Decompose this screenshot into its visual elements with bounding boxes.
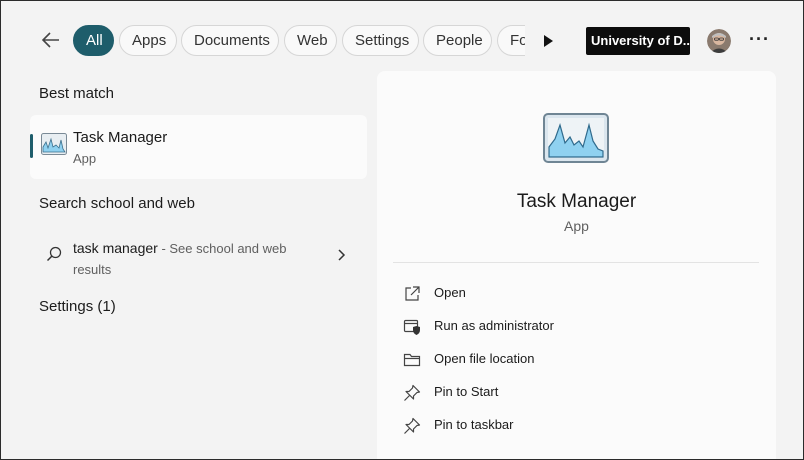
filter-web[interactable]: Web xyxy=(284,25,337,56)
action-open-file-location[interactable]: Open file location xyxy=(403,348,743,372)
filter-apps[interactable]: Apps xyxy=(119,25,177,56)
action-pin-to-taskbar[interactable]: Pin to taskbar xyxy=(403,414,743,438)
task-manager-large-icon xyxy=(543,113,609,163)
scroll-right-icon[interactable] xyxy=(542,34,554,48)
web-search-result[interactable]: task manager - See school and web result… xyxy=(30,231,367,281)
avatar[interactable] xyxy=(707,29,731,53)
action-run-as-admin-label: Run as administrator xyxy=(434,318,554,333)
search-icon xyxy=(46,246,62,262)
chevron-right-icon[interactable] xyxy=(336,248,346,262)
filter-documents[interactable]: Documents xyxy=(181,25,279,56)
task-manager-icon xyxy=(41,133,67,155)
pin-icon xyxy=(404,417,421,434)
detail-panel: Task Manager App Open Run as administrat… xyxy=(377,71,776,459)
pin-icon xyxy=(404,384,421,401)
search-window: All Apps Documents Web Settings People F… xyxy=(0,0,804,460)
shield-icon xyxy=(403,319,420,335)
action-open-file-location-label: Open file location xyxy=(434,351,535,366)
folder-icon xyxy=(403,353,421,367)
action-run-as-admin[interactable]: Run as administrator xyxy=(403,315,743,339)
detail-divider xyxy=(393,262,759,263)
filter-settings[interactable]: Settings xyxy=(342,25,419,56)
filter-all[interactable]: All xyxy=(73,25,114,56)
action-open-label: Open xyxy=(434,285,466,300)
organization-button[interactable]: University of D... xyxy=(586,27,690,55)
settings-heading[interactable]: Settings (1) xyxy=(39,298,116,315)
filter-folders-clipped[interactable]: Fo xyxy=(497,25,525,56)
back-arrow-icon[interactable] xyxy=(39,28,63,52)
action-open[interactable]: Open xyxy=(403,282,743,306)
action-pin-to-start-label: Pin to Start xyxy=(434,384,499,399)
open-external-icon xyxy=(405,286,420,301)
action-pin-to-start[interactable]: Pin to Start xyxy=(403,381,743,405)
filter-people[interactable]: People xyxy=(423,25,492,56)
web-query: task manager xyxy=(73,240,158,256)
detail-title: Task Manager xyxy=(516,191,637,212)
best-match-heading: Best match xyxy=(39,85,115,102)
detail-subtitle: App xyxy=(564,218,589,234)
selection-indicator xyxy=(30,134,33,158)
search-web-heading: Search school and web xyxy=(39,195,195,212)
best-match-subtitle: App xyxy=(73,151,97,166)
action-pin-to-taskbar-label: Pin to taskbar xyxy=(434,417,514,432)
web-result-text: task manager - See school and web result… xyxy=(73,238,323,280)
best-match-title: Task Manager xyxy=(73,129,168,146)
best-match-result[interactable]: Task Manager App xyxy=(30,115,367,179)
more-options-icon[interactable]: ··· xyxy=(749,29,770,50)
